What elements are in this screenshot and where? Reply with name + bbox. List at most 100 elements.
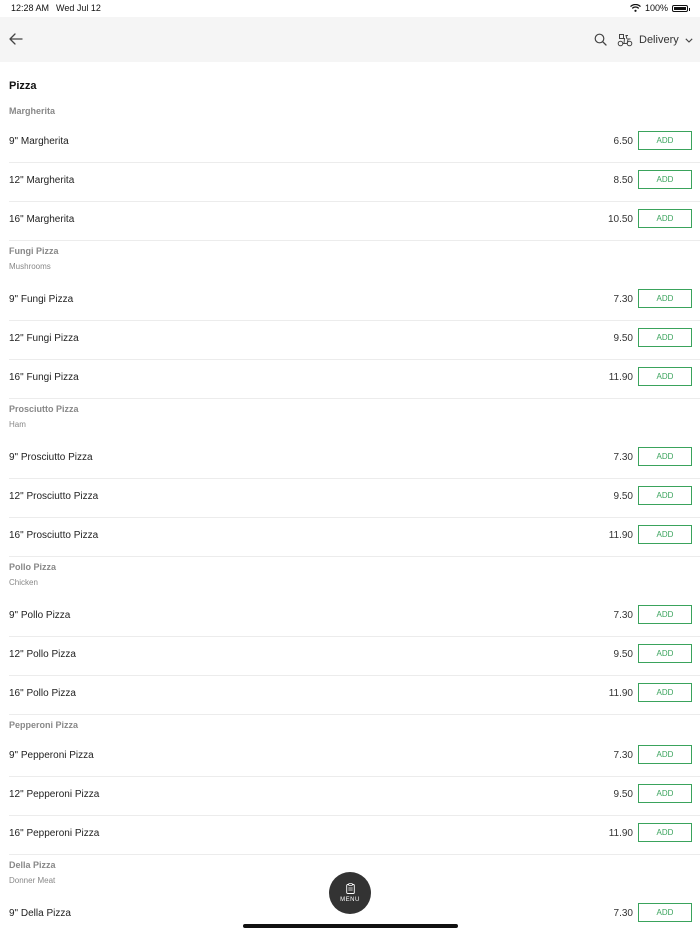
group-name: Prosciutto Pizza bbox=[9, 404, 79, 414]
delivery-label: Delivery bbox=[639, 34, 679, 46]
menu-item-row[interactable]: 9" Pollo Pizza 7.30 ADD bbox=[0, 596, 700, 637]
back-button[interactable] bbox=[8, 31, 24, 47]
menu-item-row[interactable]: 9" Pepperoni Pizza 7.30 ADD bbox=[0, 736, 700, 777]
menu-fab-button[interactable]: MENU bbox=[329, 872, 371, 914]
group-description: Chicken bbox=[9, 578, 38, 587]
scooter-icon bbox=[617, 34, 633, 47]
menu-item-row[interactable]: 12" Fungi Pizza 9.50 ADD bbox=[0, 319, 700, 360]
add-button[interactable]: ADD bbox=[638, 745, 692, 764]
item-name: 12" Margherita bbox=[9, 175, 75, 186]
group-name: Della Pizza bbox=[9, 860, 56, 870]
item-name: 9" Pepperoni Pizza bbox=[9, 750, 94, 761]
menu-item-row[interactable]: 16" Pollo Pizza 11.90 ADD bbox=[0, 674, 700, 715]
group-name: Pollo Pizza bbox=[9, 562, 57, 572]
status-indicators: 100% bbox=[630, 3, 690, 13]
group-description: Donner Meat bbox=[9, 876, 56, 885]
add-button[interactable]: ADD bbox=[638, 209, 692, 228]
item-name: 12" Prosciutto Pizza bbox=[9, 491, 99, 502]
search-button[interactable] bbox=[594, 33, 607, 46]
menu-item-row[interactable]: 9" Fungi Pizza 7.30 ADD bbox=[0, 280, 700, 321]
menu-item-row[interactable]: 16" Pepperoni Pizza 11.90 ADD bbox=[0, 814, 700, 855]
add-button[interactable]: ADD bbox=[638, 525, 692, 544]
row-divider bbox=[9, 854, 700, 855]
item-price: 9.50 bbox=[613, 649, 633, 660]
add-button[interactable]: ADD bbox=[638, 644, 692, 663]
item-name: 16" Fungi Pizza bbox=[9, 372, 79, 383]
item-price: 7.30 bbox=[613, 750, 633, 761]
item-name: 12" Pepperoni Pizza bbox=[9, 789, 100, 800]
add-button[interactable]: ADD bbox=[638, 328, 692, 347]
group-description: Mushrooms bbox=[9, 262, 51, 271]
item-price: 8.50 bbox=[613, 175, 633, 186]
item-price: 9.50 bbox=[613, 491, 633, 502]
battery-percent: 100% bbox=[644, 3, 668, 13]
add-button[interactable]: ADD bbox=[638, 683, 692, 702]
add-button[interactable]: ADD bbox=[638, 367, 692, 386]
search-icon bbox=[594, 33, 607, 46]
add-button[interactable]: ADD bbox=[638, 486, 692, 505]
clipboard-icon bbox=[345, 883, 355, 894]
item-name: 9" Fungi Pizza bbox=[9, 294, 74, 305]
item-price: 11.90 bbox=[608, 372, 633, 383]
menu-item-row[interactable]: 9" Margherita 6.50 ADD bbox=[0, 122, 700, 163]
menu-item-row[interactable]: 16" Prosciutto Pizza 11.90 ADD bbox=[0, 516, 700, 557]
menu-item-row[interactable]: 16" Fungi Pizza 11.90 ADD bbox=[0, 358, 700, 399]
row-divider bbox=[9, 240, 700, 241]
status-date: Wed Jul 12 bbox=[56, 3, 101, 13]
section-title: Pizza bbox=[9, 80, 37, 92]
item-name: 9" Margherita bbox=[9, 136, 69, 147]
group-description: Ham bbox=[9, 420, 26, 429]
row-divider bbox=[9, 714, 700, 715]
group-name: Margherita bbox=[9, 106, 56, 116]
wifi-icon bbox=[630, 4, 641, 12]
arrow-left-icon bbox=[9, 33, 23, 45]
group-header: Prosciutto Pizza Ham bbox=[9, 404, 79, 429]
add-button[interactable]: ADD bbox=[638, 823, 692, 842]
item-name: 12" Pollo Pizza bbox=[9, 649, 76, 660]
item-name: 12" Fungi Pizza bbox=[9, 333, 79, 344]
add-button[interactable]: ADD bbox=[638, 447, 692, 466]
menu-fab-label: MENU bbox=[340, 897, 360, 903]
group-header: Fungi Pizza Mushrooms bbox=[9, 246, 59, 271]
menu-item-row[interactable]: 12" Margherita 8.50 ADD bbox=[0, 161, 700, 202]
group-header: Della Pizza Donner Meat bbox=[9, 860, 56, 885]
item-price: 7.30 bbox=[613, 452, 633, 463]
add-button[interactable]: ADD bbox=[638, 605, 692, 624]
item-price: 6.50 bbox=[613, 136, 633, 147]
add-button[interactable]: ADD bbox=[638, 131, 692, 150]
group-header: Margherita bbox=[9, 106, 55, 116]
add-button[interactable]: ADD bbox=[638, 289, 692, 308]
item-price: 7.30 bbox=[613, 610, 633, 621]
group-header: Pollo Pizza Chicken bbox=[9, 562, 56, 587]
add-button[interactable]: ADD bbox=[638, 903, 692, 922]
delivery-selector[interactable]: Delivery bbox=[617, 29, 693, 51]
item-price: 9.50 bbox=[613, 789, 633, 800]
status-time: 12:28 AM bbox=[11, 3, 50, 13]
item-price: 7.30 bbox=[613, 294, 633, 305]
item-name: 9" Prosciutto Pizza bbox=[9, 452, 93, 463]
chevron-down-icon bbox=[685, 37, 693, 43]
item-price: 11.90 bbox=[608, 530, 633, 541]
item-name: 9" Della Pizza bbox=[9, 908, 71, 919]
menu-item-row[interactable]: 12" Pollo Pizza 9.50 ADD bbox=[0, 635, 700, 676]
menu-item-row[interactable]: 12" Prosciutto Pizza 9.50 ADD bbox=[0, 477, 700, 518]
item-name: 16" Prosciutto Pizza bbox=[9, 530, 99, 541]
add-button[interactable]: ADD bbox=[638, 784, 692, 803]
item-price: 7.30 bbox=[613, 908, 633, 919]
row-divider bbox=[9, 556, 700, 557]
row-divider bbox=[9, 398, 700, 399]
group-name: Pepperoni Pizza bbox=[9, 720, 79, 730]
menu-item-row[interactable]: 9" Prosciutto Pizza 7.30 ADD bbox=[0, 438, 700, 479]
item-price: 9.50 bbox=[613, 333, 633, 344]
menu-item-row[interactable]: 12" Pepperoni Pizza 9.50 ADD bbox=[0, 775, 700, 816]
add-button[interactable]: ADD bbox=[638, 170, 692, 189]
item-price: 11.90 bbox=[608, 828, 633, 839]
item-price: 10.50 bbox=[607, 214, 633, 225]
top-nav-bar: Delivery bbox=[0, 17, 700, 62]
menu-item-row[interactable]: 16" Margherita 10.50 ADD bbox=[0, 200, 700, 241]
status-bar: 12:28 AM Wed Jul 12 100% bbox=[0, 0, 700, 17]
battery-icon bbox=[672, 4, 690, 12]
group-header: Pepperoni Pizza bbox=[9, 720, 78, 730]
item-name: 16" Pepperoni Pizza bbox=[9, 828, 100, 839]
item-name: 9" Pollo Pizza bbox=[9, 610, 71, 621]
